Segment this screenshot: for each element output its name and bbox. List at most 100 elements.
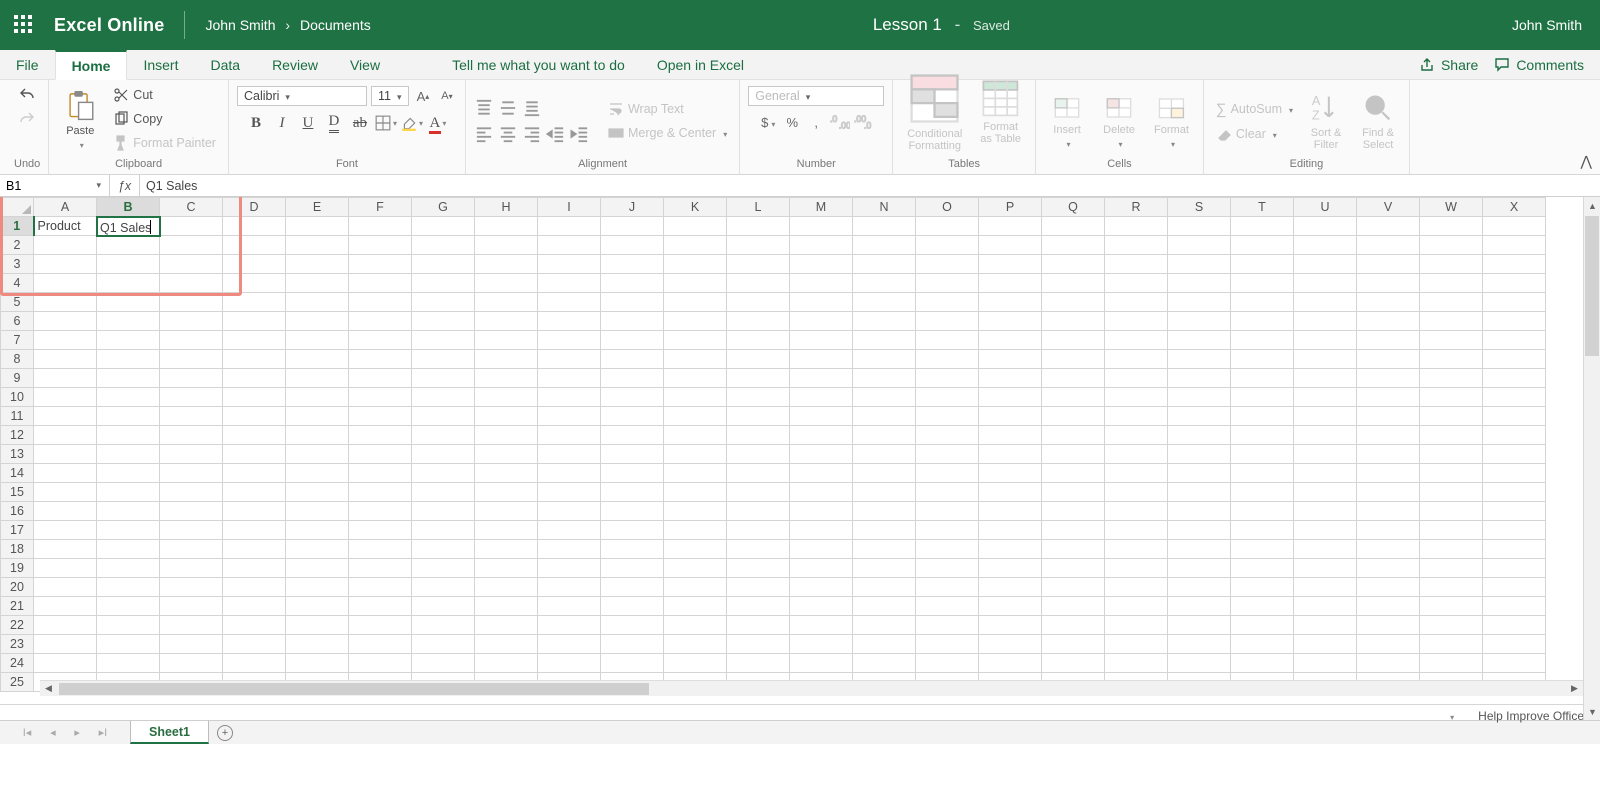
cell[interactable] (538, 331, 601, 350)
double-underline-button[interactable]: D (323, 112, 345, 134)
row-header[interactable]: 3 (1, 255, 34, 274)
conditional-formatting-button[interactable]: Conditional Formatting (901, 67, 968, 156)
cell[interactable] (97, 483, 160, 502)
align-middle-button[interactable] (498, 98, 518, 118)
column-header[interactable]: S (1168, 198, 1231, 217)
cell[interactable] (601, 217, 664, 236)
cell[interactable] (160, 502, 223, 521)
collapse-ribbon-button[interactable]: ⋀ (1581, 153, 1592, 170)
cell[interactable] (1231, 236, 1294, 255)
cell[interactable] (412, 236, 475, 255)
cell[interactable] (34, 331, 97, 350)
current-user[interactable]: John Smith (1512, 17, 1582, 33)
cell[interactable] (979, 540, 1042, 559)
cell[interactable] (979, 483, 1042, 502)
cell[interactable] (601, 369, 664, 388)
column-header[interactable]: U (1294, 198, 1357, 217)
cell[interactable] (475, 578, 538, 597)
cell[interactable] (223, 559, 286, 578)
cell[interactable] (853, 217, 916, 236)
cell[interactable] (1042, 521, 1105, 540)
cell[interactable] (1168, 331, 1231, 350)
cell[interactable] (34, 559, 97, 578)
cell[interactable] (1231, 502, 1294, 521)
row-header[interactable]: 2 (1, 236, 34, 255)
cell[interactable] (1231, 635, 1294, 654)
align-top-button[interactable] (474, 98, 494, 118)
cell[interactable] (727, 236, 790, 255)
fill-color-button[interactable] (401, 112, 423, 134)
cell[interactable] (727, 483, 790, 502)
cell[interactable] (223, 369, 286, 388)
cell[interactable] (286, 597, 349, 616)
font-color-button[interactable]: A (427, 112, 449, 134)
cell[interactable] (34, 407, 97, 426)
cell[interactable] (1483, 578, 1546, 597)
vertical-scrollbar[interactable]: ▲ ▼ (1583, 197, 1600, 720)
cell[interactable] (538, 236, 601, 255)
cell[interactable] (349, 464, 412, 483)
italic-button[interactable]: I (271, 112, 293, 134)
cell[interactable] (1294, 635, 1357, 654)
cell[interactable] (1168, 426, 1231, 445)
shrink-font-button[interactable]: A▾ (437, 86, 457, 106)
cell[interactable] (1357, 445, 1420, 464)
strikethrough-button[interactable]: ab (349, 112, 371, 134)
cell[interactable] (412, 255, 475, 274)
cell[interactable] (223, 274, 286, 293)
cell[interactable] (853, 388, 916, 407)
cell[interactable] (790, 217, 853, 236)
cell[interactable] (1357, 369, 1420, 388)
scroll-down-button[interactable]: ▼ (1584, 703, 1600, 720)
cell[interactable] (286, 388, 349, 407)
cell[interactable] (349, 540, 412, 559)
cell[interactable] (160, 407, 223, 426)
cell[interactable] (475, 293, 538, 312)
row-header[interactable]: 20 (1, 578, 34, 597)
cell[interactable] (1420, 521, 1483, 540)
cell[interactable] (97, 559, 160, 578)
cell[interactable] (1294, 236, 1357, 255)
cell[interactable] (286, 236, 349, 255)
paste-dropdown-icon[interactable] (77, 139, 84, 152)
cell[interactable] (286, 331, 349, 350)
cell[interactable] (97, 293, 160, 312)
row-header[interactable]: 11 (1, 407, 34, 426)
cell[interactable] (1042, 350, 1105, 369)
cell[interactable] (1420, 407, 1483, 426)
cell[interactable] (160, 635, 223, 654)
cell[interactable] (1105, 540, 1168, 559)
cell[interactable] (664, 483, 727, 502)
cell[interactable] (1420, 559, 1483, 578)
cell[interactable] (790, 426, 853, 445)
column-header[interactable]: N (853, 198, 916, 217)
cell[interactable] (34, 312, 97, 331)
column-header[interactable]: B (97, 198, 160, 217)
formula-input[interactable]: Q1 Sales (140, 175, 1600, 196)
row-header[interactable]: 1 (1, 217, 34, 236)
decrease-decimal-button[interactable]: .00.0 (854, 112, 874, 132)
cell[interactable] (286, 312, 349, 331)
cell[interactable] (916, 426, 979, 445)
cell[interactable] (664, 293, 727, 312)
cell[interactable] (1483, 293, 1546, 312)
cell[interactable] (1231, 255, 1294, 274)
cell[interactable] (1042, 407, 1105, 426)
cell[interactable] (601, 578, 664, 597)
cell[interactable] (1042, 445, 1105, 464)
cell[interactable] (412, 388, 475, 407)
cell[interactable] (664, 502, 727, 521)
cell[interactable] (916, 635, 979, 654)
cell[interactable] (160, 540, 223, 559)
cell[interactable] (601, 274, 664, 293)
cell[interactable] (790, 388, 853, 407)
cell[interactable] (97, 654, 160, 673)
column-header[interactable]: W (1420, 198, 1483, 217)
cell[interactable] (601, 483, 664, 502)
cell[interactable] (349, 274, 412, 293)
cell[interactable] (1420, 350, 1483, 369)
cell[interactable] (601, 426, 664, 445)
cell[interactable] (1294, 217, 1357, 236)
cell[interactable] (223, 464, 286, 483)
row-header[interactable]: 7 (1, 331, 34, 350)
